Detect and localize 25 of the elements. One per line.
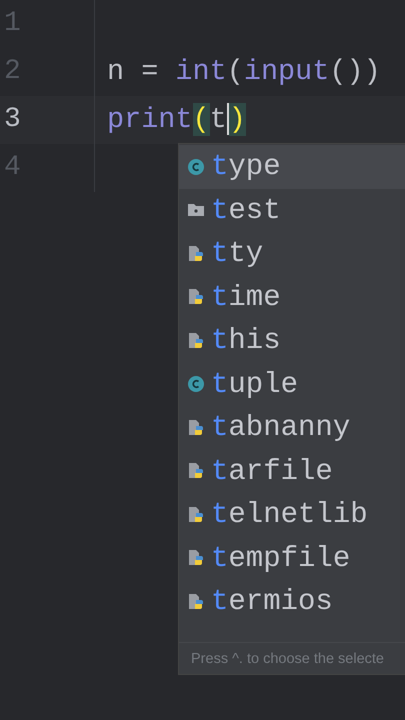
python-file-icon xyxy=(187,288,205,306)
python-file-icon xyxy=(187,332,205,350)
python-file-icon xyxy=(187,462,205,480)
completion-item[interactable]: test xyxy=(179,188,405,232)
completion-item[interactable]: type xyxy=(179,145,405,188)
python-file-icon xyxy=(187,418,205,437)
completion-item[interactable]: tempfile xyxy=(179,536,405,580)
completion-item[interactable]: termios xyxy=(179,580,405,624)
class-icon xyxy=(187,158,205,176)
hint-text: Press ^. to choose the selecte xyxy=(179,642,405,671)
line-number: 3 xyxy=(4,103,21,137)
completion-item[interactable]: time xyxy=(179,276,405,319)
completion-item[interactable]: tarfile xyxy=(179,450,405,493)
code-line: print(t) xyxy=(107,102,246,138)
python-file-icon xyxy=(187,506,205,524)
completion-item[interactable]: tty xyxy=(179,232,405,276)
python-file-icon xyxy=(187,244,205,263)
python-file-icon xyxy=(187,549,205,568)
completion-item[interactable]: tuple xyxy=(179,362,405,406)
completion-item[interactable]: this xyxy=(179,319,405,362)
completion-item[interactable]: telnetlib xyxy=(179,493,405,536)
python-file-icon xyxy=(187,592,205,611)
code-line: n = int(input()) xyxy=(107,54,381,90)
class-icon xyxy=(187,375,205,394)
completion-item[interactable]: tabnanny xyxy=(179,406,405,450)
